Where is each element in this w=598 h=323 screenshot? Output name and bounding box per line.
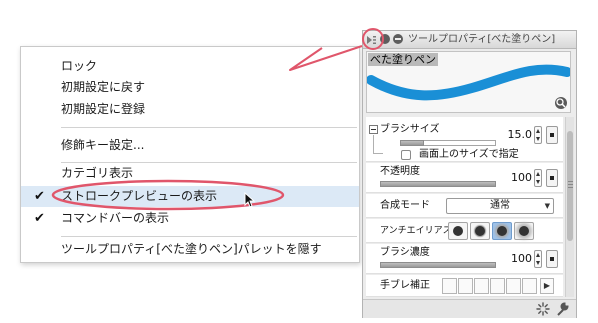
stabilization-cell[interactable] xyxy=(522,278,537,294)
menu-item-register-as-default[interactable]: 初期設定に登録 xyxy=(21,99,359,120)
loading-spinner-icon[interactable] xyxy=(536,302,550,316)
stabilization-row: 手ブレ補正 ▶ xyxy=(366,275,563,297)
menu-separator xyxy=(61,236,357,237)
palette-menu-icon[interactable] xyxy=(367,34,376,44)
blend-mode-label: 合成モード xyxy=(380,200,430,211)
opacity-row: 不透明度 100 xyxy=(366,163,563,193)
checkmark-icon: ✔ xyxy=(34,189,45,204)
antialias-none-icon xyxy=(453,226,463,236)
palette-footer xyxy=(363,299,576,318)
brush-size-slider-fill xyxy=(400,140,424,146)
stabilization-cell[interactable] xyxy=(442,278,457,294)
tool-property-palette: ツールプロパティ[べた塗りペン] べた塗りペン ブラシサイズ 15.0 画面上の… xyxy=(362,30,577,318)
collapse-icon[interactable] xyxy=(393,34,403,44)
brush-size-row: ブラシサイズ 15.0 画面上のサイズで指定 xyxy=(366,117,563,162)
menu-separator xyxy=(61,127,357,128)
menu-item-label: 初期設定に戻す xyxy=(61,80,146,94)
screen-size-label: 画面上のサイズで指定 xyxy=(419,149,519,160)
menu-item-lock[interactable]: ロック xyxy=(21,56,359,77)
brush-size-slider[interactable] xyxy=(400,140,496,146)
property-list: ブラシサイズ 15.0 画面上のサイズで指定 不透明度 100 合成モード 通常… xyxy=(366,117,563,297)
brush-density-stepper[interactable] xyxy=(534,250,542,268)
opacity-stepper[interactable] xyxy=(534,169,542,187)
wrench-icon[interactable] xyxy=(555,302,569,316)
search-icon[interactable] xyxy=(554,96,568,110)
brush-density-value[interactable]: 100 xyxy=(498,252,532,266)
property-list-scrollbar[interactable] xyxy=(565,117,574,297)
menu-item-label: コマンドバーの表示 xyxy=(61,211,170,225)
opacity-value[interactable]: 100 xyxy=(498,171,532,185)
opacity-slider-fill xyxy=(380,181,496,187)
menu-item-show-command-bar[interactable]: ✔ コマンドバーの表示 xyxy=(21,208,359,229)
brush-density-slider-fill xyxy=(380,262,496,268)
antialias-none-button[interactable] xyxy=(448,222,468,240)
brush-density-pressure-button[interactable] xyxy=(546,250,558,268)
menu-item-label: カテゴリ表示 xyxy=(61,166,134,180)
brush-density-slider[interactable] xyxy=(380,262,496,268)
opacity-pressure-button[interactable] xyxy=(546,169,558,187)
stabilization-cell[interactable] xyxy=(458,278,473,294)
screen-size-checkbox[interactable] xyxy=(401,150,411,160)
grip-line xyxy=(568,181,573,182)
scrollbar-thumb[interactable] xyxy=(567,131,573,241)
palette-title: ツールプロパティ[べた塗りペン] xyxy=(408,34,556,45)
chevron-down-icon: ▼ xyxy=(544,202,550,210)
brush-size-stepper[interactable] xyxy=(534,126,542,144)
grip-line xyxy=(568,184,573,185)
opacity-label: 不透明度 xyxy=(380,166,420,177)
blend-mode-row: 合成モード 通常 ▼ xyxy=(366,194,563,218)
brush-size-label: ブラシサイズ xyxy=(380,124,440,135)
brush-density-label: ブラシ濃度 xyxy=(380,247,430,258)
opacity-slider[interactable] xyxy=(380,181,496,187)
antialias-weak-icon xyxy=(475,226,485,236)
palette-context-menu: ロック 初期設定に戻す 初期設定に登録 修飾キー設定... カテゴリ表示 ✔ ス… xyxy=(20,46,360,263)
menu-item-label: ストロークプレビューの表示 xyxy=(61,189,218,203)
menu-item-reset-to-default[interactable]: 初期設定に戻す xyxy=(21,77,359,98)
blend-mode-dropdown[interactable]: 通常 ▼ xyxy=(446,198,554,214)
brush-density-row: ブラシ濃度 100 xyxy=(366,244,563,274)
menu-item-label: 修飾キー設定... xyxy=(61,138,145,152)
palette-tool-icon[interactable] xyxy=(380,34,390,44)
brush-size-value[interactable]: 15.0 xyxy=(498,128,533,142)
stabilization-label: 手ブレ補正 xyxy=(380,280,430,291)
grip-line xyxy=(568,187,573,188)
menu-item-modifier-key-settings[interactable]: 修飾キー設定... xyxy=(21,135,359,156)
antialias-strong-button[interactable] xyxy=(514,222,534,240)
mouse-cursor-icon xyxy=(244,191,256,208)
checkmark-icon: ✔ xyxy=(34,211,45,226)
stabilization-cell[interactable] xyxy=(506,278,521,294)
palette-titlebar: ツールプロパティ[べた塗りペン] xyxy=(363,31,576,49)
antialias-strong-icon xyxy=(519,226,529,236)
antialias-label: アンチエイリアス xyxy=(380,226,448,236)
antialias-medium-icon xyxy=(497,226,507,236)
brush-size-pressure-button[interactable] xyxy=(546,126,558,144)
stabilization-cell[interactable] xyxy=(474,278,489,294)
collapse-toggle-icon[interactable] xyxy=(369,125,378,134)
menu-item-show-categories[interactable]: カテゴリ表示 xyxy=(21,163,359,184)
stroke-preview: べた塗りペン xyxy=(366,51,571,113)
blend-mode-value: 通常 xyxy=(490,200,510,211)
menu-item-label: ツールプロパティ[べた塗りペン]パレットを隠す xyxy=(61,242,322,256)
antialias-weak-button[interactable] xyxy=(470,222,490,240)
antialias-medium-button[interactable] xyxy=(492,222,512,240)
antialias-row: アンチエイリアス xyxy=(366,219,563,243)
tree-line xyxy=(373,135,374,153)
menu-item-hide-palette[interactable]: ツールプロパティ[べた塗りペン]パレットを隠す xyxy=(21,239,359,260)
tree-line xyxy=(373,153,383,154)
menu-item-label: 初期設定に登録 xyxy=(61,102,146,116)
chevron-right-icon[interactable]: ▶ xyxy=(540,278,554,294)
menu-item-label: ロック xyxy=(61,59,98,73)
preview-brush-name: べた塗りペン xyxy=(368,53,438,66)
stabilization-cell[interactable] xyxy=(490,278,505,294)
menu-item-show-stroke-preview[interactable]: ✔ ストロークプレビューの表示 xyxy=(21,186,359,207)
